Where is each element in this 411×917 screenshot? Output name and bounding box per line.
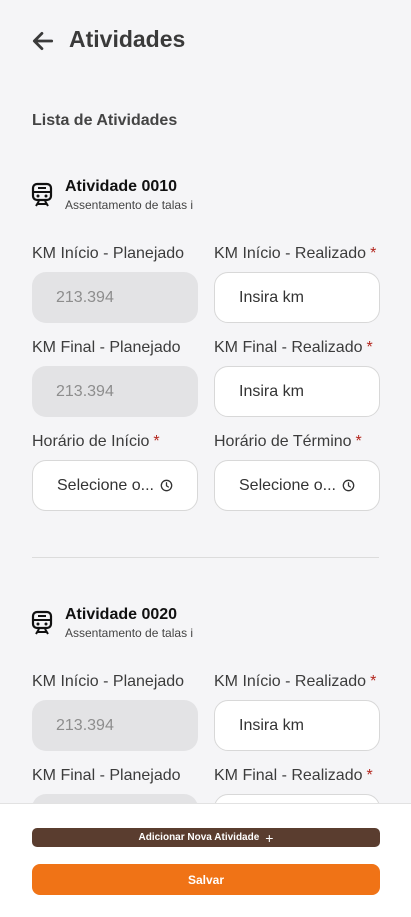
horario-inicio-label: Horário de Início * (32, 433, 160, 450)
km-final-realizado-input[interactable]: Insira km (214, 366, 380, 417)
page-title: Atividades (69, 26, 186, 52)
km-inicio-planejado-label: KM Início - Planejado (32, 673, 185, 690)
required-mark: * (153, 433, 160, 450)
km-final-planejado-label: KM Final - Planejado (32, 767, 181, 784)
km-inicio-realizado-input[interactable]: Insira km (214, 272, 380, 323)
horario-termino-label: Horário de Término * (214, 433, 362, 450)
km-inicio-realizado-input[interactable]: Insira km (214, 700, 380, 751)
km-inicio-planejado-field: 213.394 (32, 700, 198, 751)
train-icon (31, 182, 53, 207)
footer-bar: Adicionar Nova Atividade + Salvar (0, 803, 411, 917)
required-mark: * (366, 339, 373, 356)
activity-subtitle: Assentamento de talas i (65, 626, 194, 640)
activity-title: Atividade 0010 (65, 178, 178, 195)
add-activity-button[interactable]: Adicionar Nova Atividade + (32, 828, 380, 847)
required-mark: * (370, 673, 377, 690)
activity-subtitle: Assentamento de talas i (65, 198, 194, 212)
km-inicio-realizado-label: KM Início - Realizado * (214, 673, 377, 690)
km-final-planejado-field: 213.394 (32, 366, 198, 417)
km-final-realizado-label: KM Final - Realizado * (214, 339, 373, 356)
back-arrow-icon[interactable] (30, 28, 56, 54)
header: Atividades (0, 0, 411, 80)
train-icon (31, 610, 53, 635)
clock-icon (160, 479, 173, 492)
km-inicio-planejado-label: KM Início - Planejado (32, 245, 185, 262)
required-mark: * (370, 245, 377, 262)
km-final-planejado-label: KM Final - Planejado (32, 339, 181, 356)
activity-header: Atividade 0020 Assentamento de talas i (30, 606, 390, 646)
activity-list-label: Lista de Atividades (32, 112, 178, 129)
required-mark: * (366, 767, 373, 784)
km-inicio-realizado-label: KM Início - Realizado * (214, 245, 377, 262)
activity-header: Atividade 0010 Assentamento de talas i (30, 178, 390, 218)
km-final-realizado-label: KM Final - Realizado * (214, 767, 373, 784)
required-mark: * (355, 433, 362, 450)
horario-termino-picker[interactable]: Selecione o... (214, 460, 380, 511)
save-button[interactable]: Salvar (32, 864, 380, 895)
clock-icon (342, 479, 355, 492)
km-inicio-planejado-field: 213.394 (32, 272, 198, 323)
plus-icon: + (265, 829, 274, 846)
activity-divider (32, 557, 379, 558)
activity-title: Atividade 0020 (65, 606, 178, 623)
add-activity-label: Adicionar Nova Atividade (138, 832, 260, 843)
horario-inicio-picker[interactable]: Selecione o... (32, 460, 198, 511)
